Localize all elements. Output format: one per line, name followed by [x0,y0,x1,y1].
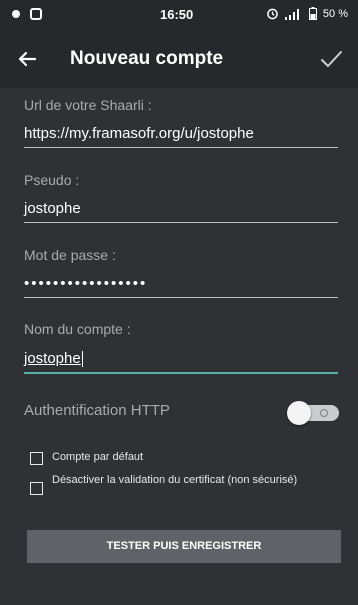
battery-level: 50 % [322,7,348,20]
pseudo-label: Pseudo : [24,172,80,188]
text-cursor [81,351,83,368]
page-title: Nouveau compte [70,48,224,69]
app-icon [30,8,42,20]
disable-cert-label: Désactiver la validation du certificat (… [52,474,298,486]
status-left-icons [10,8,42,20]
notification-icon [10,8,22,20]
check-icon[interactable] [318,46,344,72]
default-account-row[interactable]: Compte par défaut [30,451,143,465]
url-label: Url de votre Shaarli : [24,97,152,113]
account-name-field[interactable]: jostophe [24,346,338,374]
url-field[interactable]: https://my.framasofr.org/u/jostophe [24,121,338,148]
default-account-label: Compte par défaut [52,451,144,463]
toggle-knob [287,401,311,425]
password-label: Mot de passe : [24,247,116,263]
alarm-icon [267,8,278,20]
arrow-left-icon[interactable] [14,46,40,72]
status-time: 16:50 [160,7,194,22]
http-auth-label: Authentification HTTP [24,402,170,419]
pseudo-value: jostophe [24,200,81,217]
status-right-icons: 50 % [266,7,348,20]
test-and-save-button[interactable]: TESTER PUIS ENREGISTRER [27,530,341,563]
password-field[interactable]: ••••••••••••••••• [24,271,338,298]
account-name-value: jostophe [24,350,81,367]
default-account-checkbox[interactable] [30,452,43,465]
status-bar: 16:50 50 % [0,0,358,30]
url-value: https://my.framasofr.org/u/jostophe [24,125,254,142]
app-toolbar: Nouveau compte [0,30,358,88]
toggle-off-indicator-icon [320,409,328,417]
signal-icon [284,9,299,20]
http-auth-toggle[interactable] [287,401,339,425]
battery-icon [308,7,317,20]
disable-cert-checkbox[interactable] [30,482,43,495]
account-name-label: Nom du compte : [24,321,131,337]
disable-cert-row[interactable]: Désactiver la validation du certificat (… [30,474,320,495]
pseudo-field[interactable]: jostophe [24,196,338,223]
password-value: ••••••••••••••••• [24,275,148,292]
